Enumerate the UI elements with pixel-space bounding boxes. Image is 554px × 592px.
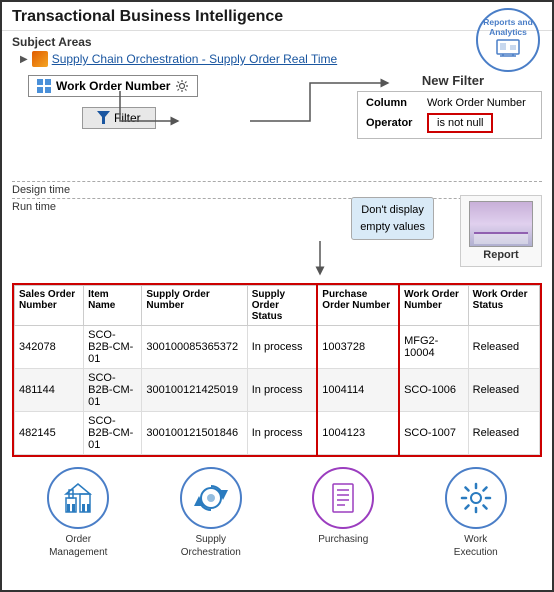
table-cell: Released [468, 412, 539, 455]
col-item-name: Item Name [84, 286, 142, 326]
table-container: Sales Order Number Item Name Supply Orde… [12, 283, 542, 457]
table-cell: Released [468, 326, 539, 369]
table-row: 482145SCO-B2B-CM-01300100121501846In pro… [15, 412, 540, 455]
operator-label: Operator [366, 117, 421, 129]
table-cell: 1004123 [317, 412, 399, 455]
purchasing-circle [312, 467, 374, 529]
page-title: Transactional Business Intelligence [12, 8, 542, 26]
new-filter-label: New Filter [422, 73, 484, 88]
icon-item-work-execution[interactable]: WorkExecution [445, 467, 507, 559]
purchasing-label: Purchasing [318, 533, 368, 546]
bottom-icons-area: OrderManagement SupplyOrchestration [2, 459, 552, 565]
table-cell: SCO-1006 [399, 369, 468, 412]
col-wo-number: Work Order Number [399, 286, 468, 326]
table-row: 481144SCO-B2B-CM-01300100121425019In pro… [15, 369, 540, 412]
reports-badge-icon [496, 39, 520, 63]
gear-icon[interactable] [175, 79, 189, 93]
report-label: Report [483, 249, 518, 261]
col-sales-order: Sales Order Number [15, 286, 84, 326]
icon-item-purchasing[interactable]: Purchasing [312, 467, 374, 546]
dont-display-tooltip: Don't display empty values [351, 197, 434, 240]
table-cell: MFG2-10004 [399, 326, 468, 369]
table-cell: 1004114 [317, 369, 399, 412]
reports-badge-label: Reports and Analytics [478, 17, 538, 37]
table-cell: 1003728 [317, 326, 399, 369]
table-cell: SCO-1007 [399, 412, 468, 455]
table-row: 342078SCO-B2B-CM-01300100085365372In pro… [15, 326, 540, 369]
supply-chain-icon [32, 51, 48, 67]
supply-orchestration-circle [180, 467, 242, 529]
supply-orchestration-label: SupplyOrchestration [181, 533, 241, 559]
table-cell: 300100121425019 [142, 369, 247, 412]
column-label: Column [366, 97, 421, 109]
table-cell: 482145 [15, 412, 84, 455]
column-value: Work Order Number [427, 97, 526, 109]
order-management-circle [47, 467, 109, 529]
icon-item-supply-orchestration[interactable]: SupplyOrchestration [180, 467, 242, 559]
subject-areas-section: Subject Areas ▶ Supply Chain Orchestrati… [2, 31, 552, 69]
table-cell: In process [247, 412, 317, 455]
work-execution-label: WorkExecution [454, 533, 498, 559]
report-box[interactable]: Report [460, 195, 542, 267]
table-cell: In process [247, 369, 317, 412]
design-time-label: Design time [12, 181, 542, 196]
filter-area: Work Order Number Filter New Filter Colu… [2, 69, 552, 179]
reports-analytics-badge[interactable]: Reports and Analytics [476, 8, 540, 72]
col-supply-order-num: Supply Order Number [142, 286, 247, 326]
col-supply-status: Supply Order Status [247, 286, 317, 326]
col-po-number: Purchase Order Number [317, 286, 399, 326]
table-cell: 300100085365372 [142, 326, 247, 369]
table-cell: SCO-B2B-CM-01 [84, 326, 142, 369]
operator-value-box: is not null [427, 113, 493, 133]
table-cell: 481144 [15, 369, 84, 412]
table-cell: SCO-B2B-CM-01 [84, 369, 142, 412]
report-screen [469, 201, 533, 247]
table-cell: Released [468, 369, 539, 412]
triangle-icon: ▶ [20, 54, 28, 65]
subject-areas-label: Subject Areas [12, 35, 542, 49]
work-execution-circle [445, 467, 507, 529]
col-wo-status: Work Order Status [468, 286, 539, 326]
table-cell: In process [247, 326, 317, 369]
filter-details-box: Column Work Order Number Operator is not… [357, 91, 542, 139]
table-cell: SCO-B2B-CM-01 [84, 412, 142, 455]
table-cell: 300100121501846 [142, 412, 247, 455]
icon-item-order-management[interactable]: OrderManagement [47, 467, 109, 559]
order-management-label: OrderManagement [49, 533, 107, 559]
subject-area-item[interactable]: Supply Chain Orchestration - Supply Orde… [52, 52, 337, 66]
funnel-icon [97, 111, 110, 125]
table-cell: 342078 [15, 326, 84, 369]
work-order-box[interactable]: Work Order Number [28, 75, 198, 97]
filter-box[interactable]: Filter [82, 107, 156, 129]
grid-icon [37, 79, 51, 93]
